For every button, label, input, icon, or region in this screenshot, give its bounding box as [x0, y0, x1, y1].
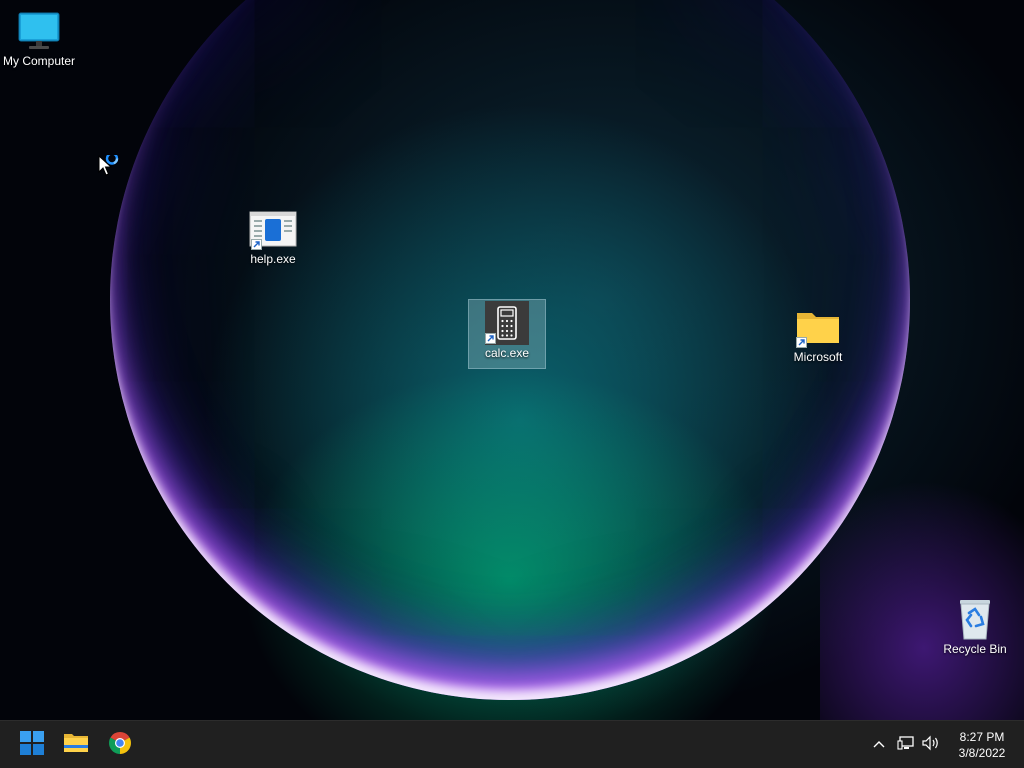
desktop-icon-label: Recycle Bin	[943, 642, 1007, 656]
desktop-icon-microsoft-folder[interactable]: Microsoft	[780, 304, 856, 372]
folder-icon	[794, 304, 842, 350]
desktop-icon-recycle-bin[interactable]: Recycle Bin	[937, 596, 1013, 664]
calculator-icon	[483, 300, 531, 346]
clock-button[interactable]: 8:27 PM 3/8/2022	[946, 729, 1018, 763]
desktop-icon-label: calc.exe	[484, 346, 530, 360]
clock-date: 3/8/2022	[958, 746, 1006, 760]
monitor-icon	[15, 8, 63, 54]
volume-icon	[921, 735, 941, 756]
clock-time: 8:27 PM	[959, 730, 1005, 744]
volume-button[interactable]	[920, 733, 942, 757]
taskbar: 8:27 PM 3/8/2022	[0, 720, 1024, 768]
chrome-button[interactable]	[100, 725, 140, 765]
start-button[interactable]	[12, 725, 52, 765]
desktop-icon-label: help.exe	[250, 252, 296, 266]
desktop-icon-label: Microsoft	[793, 350, 843, 364]
desktop-icon-calc-exe[interactable]: calc.exe	[468, 299, 546, 369]
desktop-icon-my-computer[interactable]: My Computer	[1, 8, 77, 76]
shortcut-arrow-icon	[796, 337, 807, 348]
show-hidden-icons-button[interactable]	[868, 733, 890, 757]
shortcut-arrow-icon	[485, 333, 496, 344]
busy-cursor-icon	[98, 152, 124, 181]
windows-start-icon	[20, 730, 44, 760]
file-explorer-icon	[63, 732, 89, 759]
desktop-icon-help-exe[interactable]: help.exe	[235, 206, 311, 274]
chevron-up-icon	[872, 736, 886, 754]
chrome-icon	[108, 731, 132, 760]
shortcut-arrow-icon	[251, 239, 262, 250]
help-app-icon	[249, 206, 297, 252]
network-button[interactable]	[895, 733, 917, 757]
network-icon	[897, 735, 915, 756]
desktop[interactable]: My Computer help.exe calc.exe Microsoft …	[0, 0, 1024, 720]
desktop-icon-label: My Computer	[2, 54, 76, 68]
recycle-bin-icon	[951, 596, 999, 642]
file-explorer-button[interactable]	[56, 725, 96, 765]
